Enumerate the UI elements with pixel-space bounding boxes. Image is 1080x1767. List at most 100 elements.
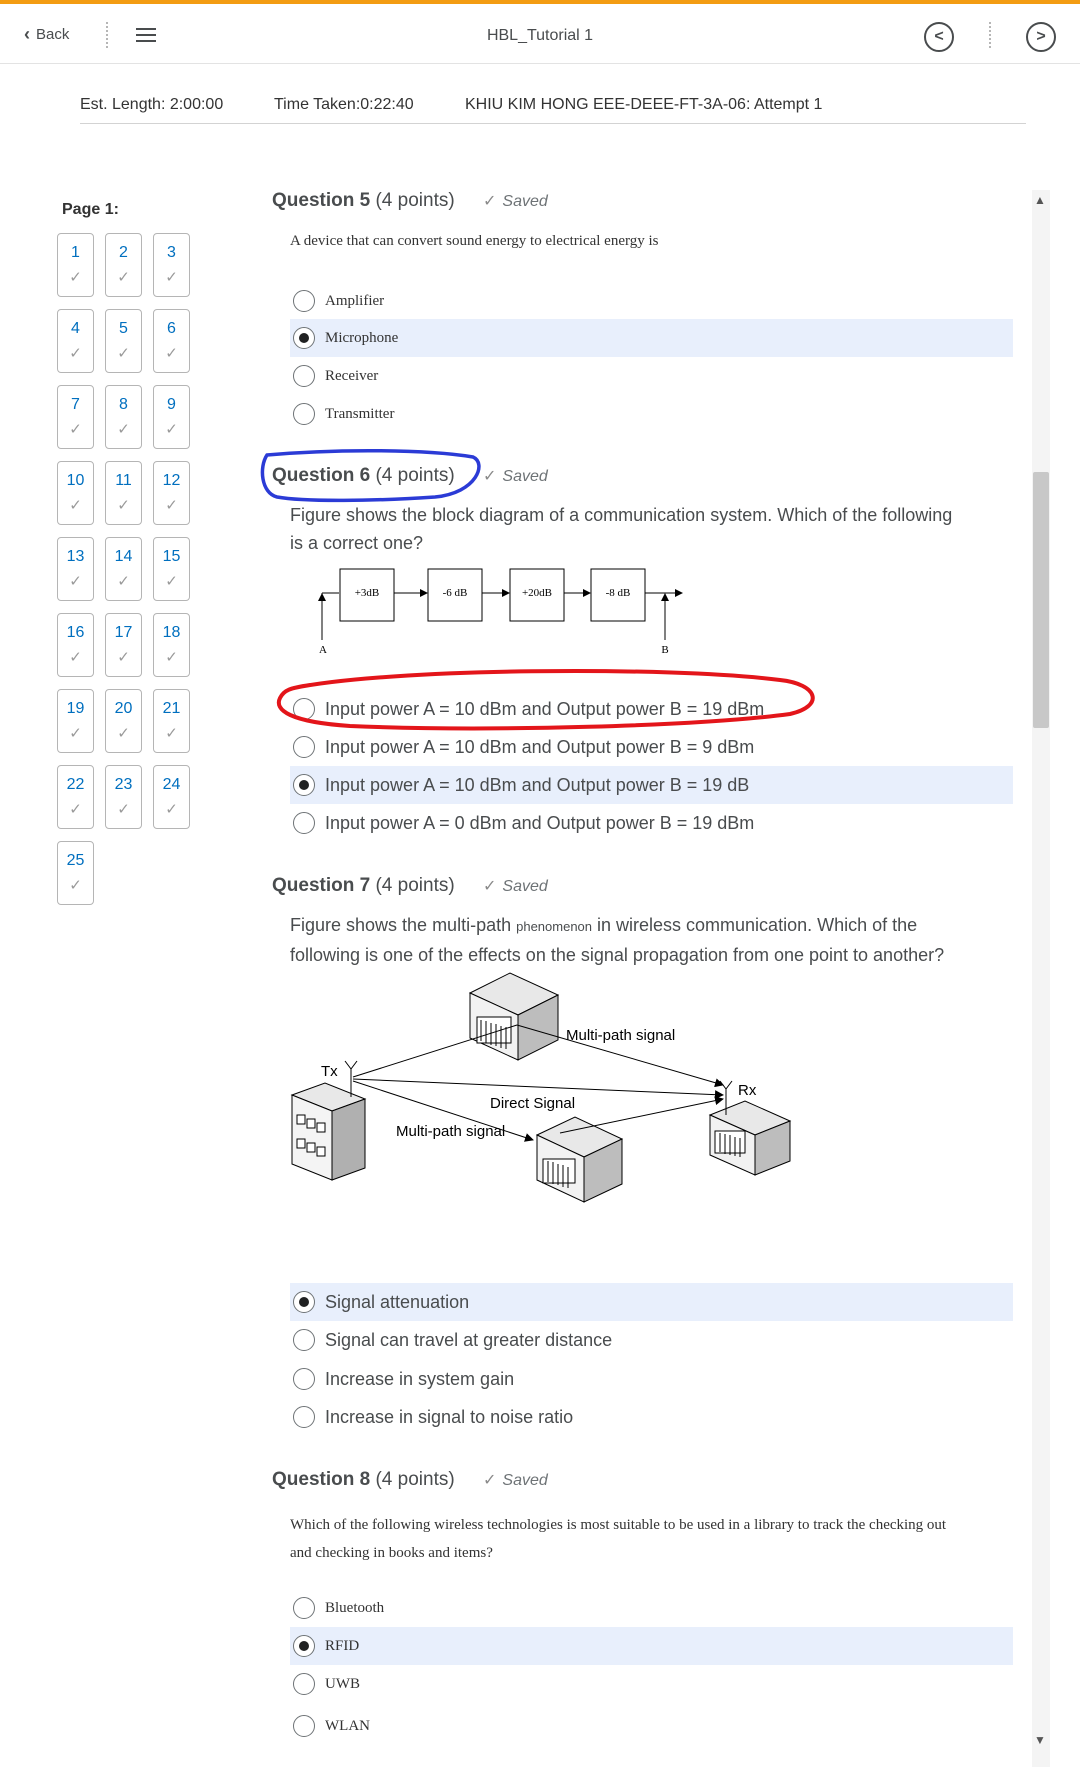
est-length: Est. Length: 2:00:00: [80, 96, 224, 113]
gain-block: [509, 568, 565, 622]
question-nav-tile[interactable]: 1 ✓: [57, 233, 94, 297]
radio-button[interactable]: [293, 290, 315, 312]
question-nav-tile[interactable]: 17 ✓: [105, 613, 142, 677]
top-bar: ‹ Back HBL_Tutorial 1 < >: [0, 0, 1080, 64]
check-icon: ✓: [117, 649, 130, 666]
answer-option[interactable]: Receiver: [290, 357, 1013, 395]
answer-option[interactable]: RFID: [290, 1627, 1013, 1665]
question-nav-tile[interactable]: 20 ✓: [105, 689, 142, 753]
question-nav-tile[interactable]: 16 ✓: [57, 613, 94, 677]
radio-button[interactable]: [293, 1673, 315, 1695]
question-nav-tile[interactable]: 25 ✓: [57, 841, 94, 905]
question-points: (4 points): [375, 190, 455, 211]
answer-label: Signal attenuation: [325, 1291, 470, 1312]
radio-button[interactable]: [293, 1329, 315, 1351]
question-number: 9: [167, 396, 176, 413]
question-number: 11: [115, 472, 132, 489]
radio-button-selected[interactable]: [293, 1291, 315, 1313]
radio-button-selected[interactable]: [293, 1635, 315, 1657]
question-nav-tile[interactable]: 2 ✓: [105, 233, 142, 297]
question-nav-tile[interactable]: 11 ✓: [105, 461, 142, 525]
check-icon: ✓: [117, 345, 130, 362]
time-taken: Time Taken:0:22:40: [274, 96, 414, 113]
radio-button[interactable]: [293, 812, 315, 834]
check-icon: ✓: [165, 497, 178, 514]
saved-status: ✓ Saved: [483, 191, 548, 211]
question-text-line: Figure shows the multi-path phenomenon i…: [290, 911, 944, 941]
question-nav-tile[interactable]: 10 ✓: [57, 461, 94, 525]
answer-option[interactable]: Signal can travel at greater distance: [290, 1321, 1013, 1359]
question-nav-tile[interactable]: 12 ✓: [153, 461, 190, 525]
question-number: 7: [71, 396, 80, 413]
question-nav-tile[interactable]: 22 ✓: [57, 765, 94, 829]
answer-option[interactable]: Input power A = 0 dBm and Output power B…: [290, 804, 1013, 842]
answer-label: Input power A = 10 dBm and Output power …: [325, 736, 755, 757]
radio-button[interactable]: [293, 365, 315, 387]
question-7-header: Question 7 (4 points): [272, 875, 455, 897]
question-nav-tile[interactable]: 6 ✓: [153, 309, 190, 373]
answer-option[interactable]: Input power A = 10 dBm and Output power …: [290, 728, 1013, 766]
answer-option[interactable]: Bluetooth: [290, 1589, 1013, 1627]
question-nav-tile[interactable]: 4 ✓: [57, 309, 94, 373]
question-nav-tile[interactable]: 13 ✓: [57, 537, 94, 601]
answer-option[interactable]: Microphone: [290, 319, 1013, 357]
question-number: 14: [114, 548, 133, 565]
answer-option[interactable]: Signal attenuation: [290, 1283, 1013, 1321]
scroll-down-icon[interactable]: ▼: [1034, 1733, 1046, 1747]
check-icon: ✓: [483, 468, 497, 485]
check-icon: ✓: [165, 269, 178, 286]
question-number: 20: [114, 700, 133, 717]
question-nav-tile[interactable]: 21 ✓: [153, 689, 190, 753]
question-nav-tile[interactable]: 18 ✓: [153, 613, 190, 677]
answer-option[interactable]: Amplifier: [290, 282, 1013, 320]
answer-option[interactable]: Transmitter: [290, 395, 1013, 433]
previous-page-button[interactable]: <: [924, 22, 954, 52]
scrollbar-track[interactable]: [1032, 190, 1050, 1767]
question-title: Question 5: [272, 190, 371, 211]
radio-button-selected[interactable]: [293, 774, 315, 796]
answer-option[interactable]: WLAN: [290, 1707, 1013, 1745]
answer-option[interactable]: Increase in system gain: [290, 1360, 1013, 1398]
radio-button[interactable]: [293, 698, 315, 720]
answer-option[interactable]: Increase in signal to noise ratio: [290, 1398, 1013, 1436]
question-nav-tile[interactable]: 3 ✓: [153, 233, 190, 297]
radio-button[interactable]: [293, 403, 315, 425]
page-title: HBL_Tutorial 1: [486, 27, 594, 44]
question-nav-tile[interactable]: 9 ✓: [153, 385, 190, 449]
question-text-line: following is one of the effects on the s…: [290, 945, 945, 965]
question-7-text: Figure shows the multi-path phenomenon i…: [290, 911, 944, 969]
question-8-header: Question 8 (4 points): [272, 1469, 455, 1491]
check-icon: ✓: [69, 497, 82, 514]
next-page-button[interactable]: >: [1026, 22, 1056, 52]
question-nav-tile[interactable]: 19 ✓: [57, 689, 94, 753]
question-nav-tile[interactable]: 24 ✓: [153, 765, 190, 829]
scrollbar-thumb[interactable]: [1033, 472, 1049, 728]
answer-option[interactable]: Input power A = 10 dBm and Output power …: [290, 690, 1013, 728]
radio-button[interactable]: [293, 1597, 315, 1619]
question-nav-tile[interactable]: 8 ✓: [105, 385, 142, 449]
question-8-text: Which of the following wireless technolo…: [290, 1511, 946, 1567]
question-nav-tile[interactable]: 23 ✓: [105, 765, 142, 829]
answer-label: Input power A = 0 dBm and Output power B…: [325, 812, 755, 833]
question-number: 6: [167, 320, 176, 337]
answer-option[interactable]: UWB: [290, 1665, 1013, 1703]
radio-button[interactable]: [293, 1368, 315, 1390]
question-number: 10: [66, 472, 85, 489]
check-icon: ✓: [117, 497, 130, 514]
block-label: -6 dB: [443, 587, 468, 599]
radio-button[interactable]: [293, 1406, 315, 1428]
radio-button[interactable]: [293, 736, 315, 758]
scroll-up-icon[interactable]: ▲: [1034, 193, 1046, 207]
answer-label: Microphone: [325, 329, 399, 346]
saved-status: ✓ Saved: [483, 1470, 548, 1490]
question-nav-tile[interactable]: 7 ✓: [57, 385, 94, 449]
question-nav-tile[interactable]: 15 ✓: [153, 537, 190, 601]
question-nav-tile[interactable]: 14 ✓: [105, 537, 142, 601]
question-nav-tile[interactable]: 5 ✓: [105, 309, 142, 373]
input-label-a: A: [319, 644, 327, 656]
radio-button[interactable]: [293, 1715, 315, 1737]
question-number: 22: [66, 776, 85, 793]
answer-option[interactable]: Input power A = 10 dBm and Output power …: [290, 766, 1013, 804]
radio-button-selected[interactable]: [293, 327, 315, 349]
multipath-figure: Multi-path signal Tx Rx Direct Signal Mu…: [290, 972, 792, 1203]
